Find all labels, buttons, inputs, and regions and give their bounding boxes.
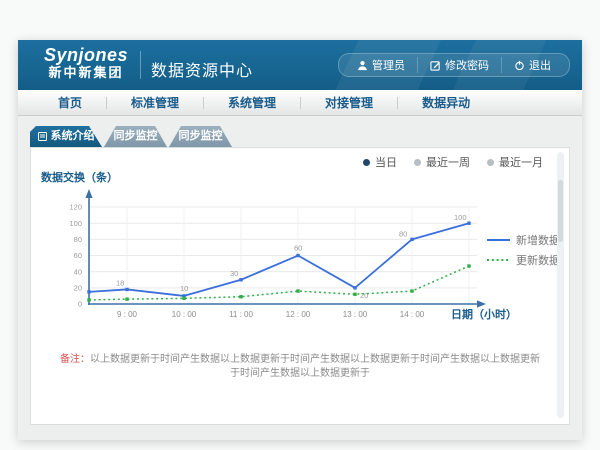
y-tick-label: 80: [74, 235, 82, 244]
logo-text-cn: 新中新集团: [38, 65, 134, 80]
data-point: [353, 293, 356, 296]
main-nav: 首页 标准管理 系统管理 对接管理 数据异动: [18, 90, 582, 116]
y-tick-label: 20: [74, 284, 82, 293]
y-tick-label: 0: [78, 300, 82, 309]
point-value-label: 30: [230, 269, 238, 278]
x-axis-title: 日期（小时）: [451, 307, 517, 321]
tab-label: 同步监控: [179, 126, 223, 147]
current-user-label: 管理员: [372, 57, 405, 73]
nav-item-system-mgmt[interactable]: 系统管理: [204, 94, 300, 111]
x-tick-label: 10 : 00: [172, 310, 197, 319]
x-tick-label: 12 : 00: [286, 310, 311, 319]
point-value-label: 100: [454, 213, 467, 222]
data-point: [239, 295, 242, 298]
scrollbar-thumb[interactable]: [558, 180, 563, 242]
y-tick-label: 40: [74, 267, 82, 276]
tab-label: 系统介绍: [51, 126, 95, 147]
legend-series-label: 更新数据: [516, 253, 560, 267]
x-tick-label: 13 : 00: [343, 310, 368, 319]
user-icon: [357, 60, 368, 71]
x-tick-label: 11 : 00: [229, 310, 253, 319]
nav-item-home[interactable]: 首页: [34, 94, 106, 111]
x-axis-arrow: [477, 300, 486, 307]
data-point: [87, 298, 90, 301]
tab-sync-monitor-1[interactable]: 同步监控: [104, 126, 167, 147]
app-header: Synjones 新中新集团 数据资源中心 管理员 修改密码: [18, 40, 582, 90]
edit-icon: [430, 60, 441, 71]
tab-sync-monitor-2[interactable]: 同步监控: [169, 126, 232, 147]
data-point: [296, 289, 299, 292]
y-tick-label: 60: [74, 251, 82, 260]
point-value-label: 60: [294, 244, 302, 253]
user-toolbar: 管理员 修改密码 退出: [338, 53, 570, 77]
note-text: 以上数据更新于时间产生数据以上数据更新于时间产生数据以上数据更新于时间产生数据以…: [90, 354, 540, 379]
page-title: 数据资源中心: [151, 57, 253, 81]
company-logo: Synjones 新中新集团: [38, 45, 134, 80]
y-axis-arrow: [85, 189, 92, 198]
nav-item-standard-mgmt[interactable]: 标准管理: [107, 94, 203, 111]
line-chart: 0 20 40 60 80 100 120 9 : 00 10 : 00 11 : 00 12 : …: [31, 164, 571, 339]
logout-button[interactable]: 退出: [501, 57, 563, 73]
app-window: Synjones 新中新集团 数据资源中心 管理员 修改密码: [18, 40, 582, 440]
data-point: [467, 222, 470, 225]
document-icon: [38, 132, 47, 141]
point-value-label: 20: [360, 291, 368, 300]
x-tick-label: 14 : 00: [400, 310, 425, 319]
scrollbar[interactable]: [557, 152, 564, 418]
data-point: [410, 238, 413, 241]
point-value-label: 80: [399, 229, 407, 238]
x-tick-label: 9 : 00: [117, 310, 138, 319]
tab-bar: 系统介绍 同步监控 同步监控: [30, 126, 232, 147]
data-point: [125, 297, 128, 300]
logo-text-en: Synjones: [38, 45, 134, 65]
header-divider: [140, 51, 141, 79]
current-user-button[interactable]: 管理员: [345, 57, 417, 73]
y-axis-title: 数据交换（条）: [41, 170, 118, 184]
chart-area: 0 20 40 60 80 100 120 9 : 00 10 : 00 11 : 00 12 : …: [31, 164, 571, 339]
data-point: [410, 289, 413, 292]
data-point: [239, 278, 242, 281]
logout-label: 退出: [529, 57, 551, 73]
point-value-label: 10: [180, 284, 188, 293]
legend-series-label: 新增数据: [516, 233, 560, 247]
data-point: [353, 286, 356, 289]
data-point: [296, 254, 299, 257]
change-password-button[interactable]: 修改密码: [417, 57, 501, 73]
content-panel: 当日 最近一周 最近一月 0204060801001209 : 0010 : 0…: [30, 147, 570, 425]
nav-item-interface-mgmt[interactable]: 对接管理: [301, 94, 397, 111]
point-value-label: 18: [116, 278, 124, 287]
y-tick-label: 100: [69, 219, 82, 228]
nav-item-data-change[interactable]: 数据异动: [398, 94, 494, 111]
power-icon: [514, 60, 525, 71]
y-tick-label: 120: [69, 203, 82, 212]
data-point: [182, 297, 185, 300]
data-point: [467, 264, 470, 267]
data-point: [125, 288, 128, 291]
data-point: [87, 290, 90, 293]
tab-system-intro[interactable]: 系统介绍: [30, 126, 102, 147]
note-prefix: 备注：: [60, 354, 90, 365]
tab-label: 同步监控: [114, 126, 158, 147]
footer-note: 备注：以上数据更新于时间产生数据以上数据更新于时间产生数据以上数据更新于时间产生…: [31, 353, 569, 381]
change-password-label: 修改密码: [445, 57, 489, 73]
